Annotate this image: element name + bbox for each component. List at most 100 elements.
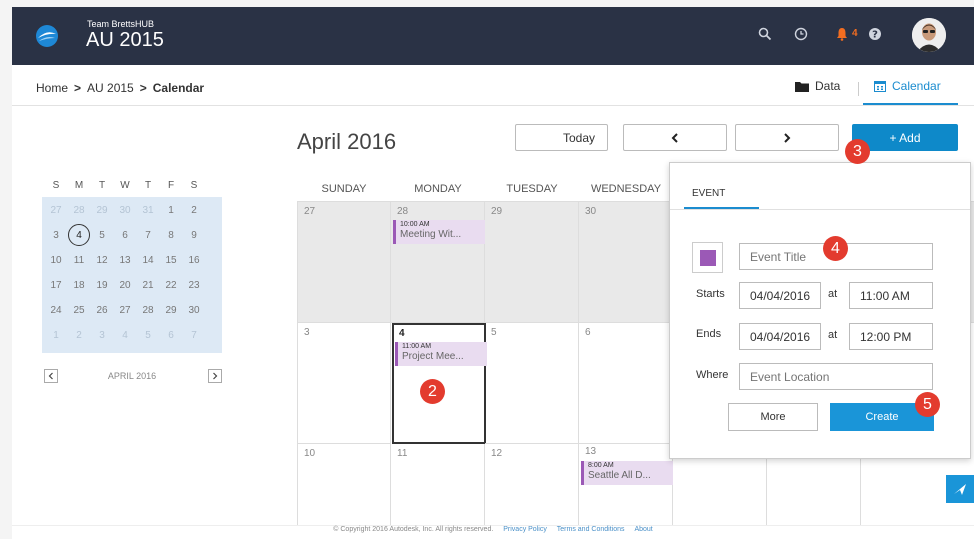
end-time-input[interactable]: 12:00 PM bbox=[849, 323, 933, 350]
mini-day[interactable]: 3 bbox=[46, 225, 66, 245]
mini-day[interactable]: 10 bbox=[46, 250, 66, 270]
mini-day[interactable]: 24 bbox=[46, 300, 66, 320]
callout-3: 3 bbox=[845, 139, 870, 164]
day-number: 5 bbox=[491, 327, 497, 338]
mini-day[interactable]: 19 bbox=[92, 275, 112, 295]
more-button[interactable]: More bbox=[728, 403, 818, 431]
day-cell[interactable]: 29 bbox=[485, 202, 579, 323]
mini-day[interactable]: 26 bbox=[92, 300, 112, 320]
mini-day[interactable]: 6 bbox=[161, 325, 181, 345]
copyright-text: © Copyright 2016 Autodesk, Inc. All righ… bbox=[333, 526, 494, 533]
clock-icon[interactable] bbox=[794, 27, 808, 41]
mini-day[interactable]: 25 bbox=[69, 300, 89, 320]
tab-calendar[interactable]: Calendar bbox=[874, 79, 941, 93]
mini-day[interactable]: 5 bbox=[92, 225, 112, 245]
mini-day[interactable]: 12 bbox=[92, 250, 112, 270]
mini-day[interactable]: 16 bbox=[184, 250, 204, 270]
tab-event[interactable]: EVENT bbox=[692, 188, 725, 199]
mini-day[interactable]: 15 bbox=[161, 250, 181, 270]
autodesk-logo-icon[interactable] bbox=[34, 23, 60, 49]
mini-day[interactable]: 14 bbox=[138, 250, 158, 270]
chevron-right-icon bbox=[784, 132, 791, 143]
send-icon bbox=[954, 484, 966, 495]
mini-weekday: S bbox=[190, 180, 198, 191]
top-bar: Team BrettsHUB AU 2015 4 ? bbox=[12, 7, 974, 65]
tab-divider bbox=[858, 82, 859, 96]
start-time-input[interactable]: 11:00 AM bbox=[849, 282, 933, 309]
terms-link[interactable]: Terms and Conditions bbox=[557, 526, 625, 533]
tab-data[interactable]: Data bbox=[795, 79, 840, 93]
mini-day[interactable]: 20 bbox=[115, 275, 135, 295]
mini-day[interactable]: 5 bbox=[138, 325, 158, 345]
day-cell[interactable]: 12 bbox=[485, 444, 579, 534]
mini-day[interactable]: 28 bbox=[138, 300, 158, 320]
weekday-header: TUESDAY bbox=[506, 183, 558, 195]
calendar-event[interactable]: 11:00 AM Project Mee... bbox=[395, 342, 487, 366]
mini-day[interactable]: 28 bbox=[69, 200, 89, 220]
day-number: 3 bbox=[304, 327, 310, 338]
feedback-button[interactable] bbox=[946, 475, 974, 503]
mini-day[interactable]: 4 bbox=[68, 224, 90, 246]
day-cell[interactable]: 13 8:00 AM Seattle All D... bbox=[579, 444, 673, 534]
day-cell[interactable]: 3 bbox=[297, 323, 391, 444]
user-avatar[interactable] bbox=[912, 18, 946, 52]
help-icon[interactable]: ? bbox=[868, 27, 882, 41]
mini-day[interactable]: 31 bbox=[138, 200, 158, 220]
mini-day[interactable]: 23 bbox=[184, 275, 204, 295]
mini-day[interactable]: 9 bbox=[184, 225, 204, 245]
mini-day[interactable]: 2 bbox=[69, 325, 89, 345]
mini-day[interactable]: 13 bbox=[115, 250, 135, 270]
mini-day[interactable]: 30 bbox=[184, 300, 204, 320]
bell-icon[interactable] bbox=[836, 27, 848, 41]
mini-day[interactable]: 17 bbox=[46, 275, 66, 295]
about-link[interactable]: About bbox=[634, 526, 652, 533]
mini-weekday: W bbox=[120, 180, 130, 191]
mini-day[interactable]: 21 bbox=[138, 275, 158, 295]
at-label: at bbox=[828, 329, 838, 341]
mini-day[interactable]: 8 bbox=[161, 225, 181, 245]
mini-day[interactable]: 6 bbox=[115, 225, 135, 245]
mini-month-label: APRIL 2016 bbox=[107, 371, 157, 381]
day-cell[interactable]: 6 bbox=[579, 323, 673, 444]
mini-day[interactable]: 27 bbox=[46, 200, 66, 220]
end-date-input[interactable]: 04/04/2016 bbox=[739, 323, 821, 350]
privacy-link[interactable]: Privacy Policy bbox=[503, 526, 547, 533]
mini-day[interactable]: 11 bbox=[69, 250, 89, 270]
notification-count: 4 bbox=[852, 28, 858, 39]
mini-next-button[interactable] bbox=[208, 369, 222, 383]
day-cell[interactable]: 5 bbox=[485, 323, 579, 444]
tab-data-label: Data bbox=[815, 79, 841, 93]
calendar-event[interactable]: 10:00 AM Meeting Wit... bbox=[393, 220, 485, 244]
mini-day[interactable]: 30 bbox=[115, 200, 135, 220]
start-date-input[interactable]: 04/04/2016 bbox=[739, 282, 821, 309]
mini-day[interactable]: 1 bbox=[161, 200, 181, 220]
day-cell[interactable]: 28 10:00 AM Meeting Wit... bbox=[391, 202, 485, 323]
mini-day[interactable]: 2 bbox=[184, 200, 204, 220]
mini-day[interactable]: 7 bbox=[184, 325, 204, 345]
mini-day[interactable]: 3 bbox=[92, 325, 112, 345]
search-icon[interactable] bbox=[758, 27, 772, 41]
mini-day[interactable]: 27 bbox=[115, 300, 135, 320]
day-cell[interactable]: 11 bbox=[391, 444, 485, 534]
mini-day[interactable]: 18 bbox=[69, 275, 89, 295]
mini-day[interactable]: 7 bbox=[138, 225, 158, 245]
mini-day[interactable]: 1 bbox=[46, 325, 66, 345]
breadcrumb: Home > AU 2015 > Calendar bbox=[36, 81, 204, 95]
breadcrumb-home[interactable]: Home bbox=[36, 81, 68, 95]
day-cell[interactable]: 27 bbox=[297, 202, 391, 323]
day-cell[interactable]: 10 bbox=[297, 444, 391, 534]
calendar-event[interactable]: 8:00 AM Seattle All D... bbox=[581, 461, 673, 485]
event-location-input[interactable] bbox=[739, 363, 933, 390]
mini-day[interactable]: 29 bbox=[92, 200, 112, 220]
mini-day[interactable]: 4 bbox=[115, 325, 135, 345]
event-color-picker[interactable] bbox=[692, 242, 723, 273]
project-name[interactable]: AU 2015 bbox=[86, 29, 164, 52]
mini-day[interactable]: 29 bbox=[161, 300, 181, 320]
mini-weekday: T bbox=[144, 180, 152, 191]
mini-day[interactable]: 22 bbox=[161, 275, 181, 295]
breadcrumb-project[interactable]: AU 2015 bbox=[87, 81, 134, 95]
prev-month-button[interactable] bbox=[623, 124, 727, 151]
today-button[interactable]: Today bbox=[515, 124, 608, 151]
next-month-button[interactable] bbox=[735, 124, 839, 151]
day-cell[interactable]: 30 bbox=[579, 202, 673, 323]
